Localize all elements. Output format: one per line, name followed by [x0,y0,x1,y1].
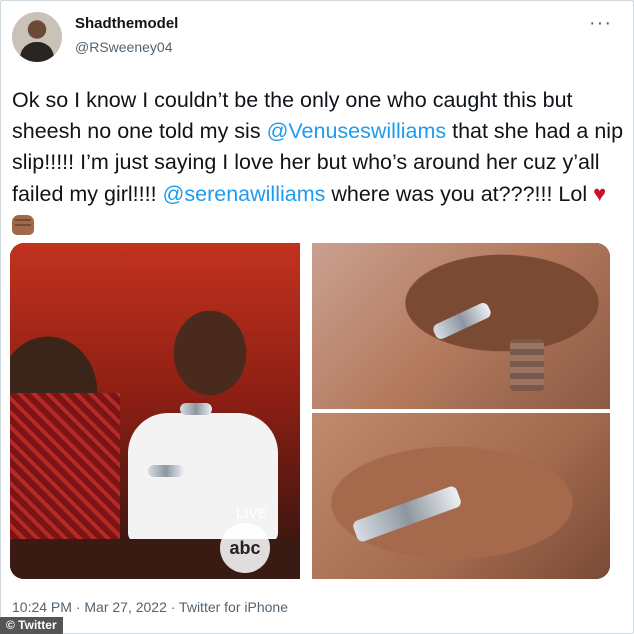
pixelated-area [510,339,544,391]
bracelet-shape [351,484,463,544]
more-options-icon[interactable]: ··· [589,13,612,33]
author-handle[interactable]: @RSweeney04 [75,39,173,55]
live-overlay-text: LIVE [236,505,268,521]
mention-serena[interactable]: @serenawilliams [163,182,326,206]
media-photo-bottom-right[interactable] [312,413,610,579]
bracelet-shape [431,301,493,341]
tweet-card: Shadthemodel @RSweeney04 ··· Ok so I kno… [0,0,634,634]
avatar-figure [20,42,54,62]
media-photo-left[interactable]: LIVE abc [10,243,300,579]
tweet-text: Ok so I know I couldn’t be the only one … [12,85,624,241]
abc-logo: abc [220,523,270,573]
bracelet-shape [180,403,212,415]
media-photo-top-right[interactable] [312,243,610,409]
source-credit: © Twitter [0,617,63,634]
white-dress-figure [128,413,278,543]
red-heart-icon: ♥ [593,181,607,206]
tweet-timestamp[interactable]: 10:24 PM · Mar 27, 2022 · Twitter for iP… [12,599,288,615]
mention-venus[interactable]: @Venuseswilliams [267,119,447,143]
raised-fist-icon [12,215,34,235]
avatar[interactable] [12,12,62,62]
bracelet-shape [148,465,184,477]
tweet-text-part3: where was you at???!!! Lol [325,182,594,206]
author-display-name[interactable]: Shadthemodel [75,15,178,32]
tweet-media[interactable]: LIVE abc [10,243,610,579]
media-divider [300,243,312,579]
